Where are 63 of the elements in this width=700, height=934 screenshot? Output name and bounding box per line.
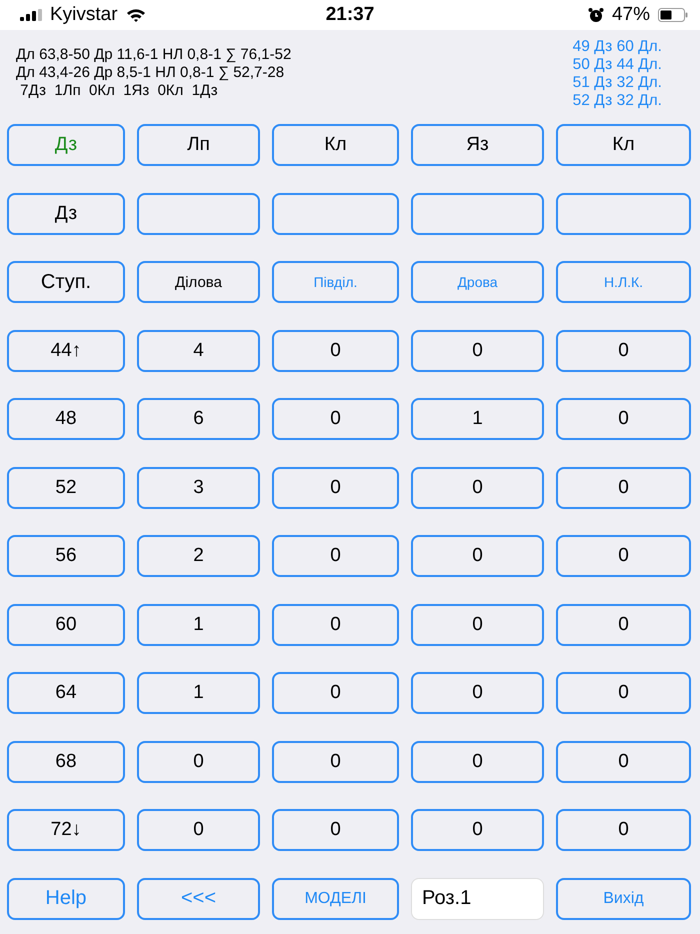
species-button[interactable]: Дз xyxy=(7,192,125,234)
diameter-button[interactable]: 72↓ xyxy=(7,809,125,851)
input-field[interactable]: Роз.1 xyxy=(411,878,544,920)
clock-time: 21:37 xyxy=(326,4,374,26)
count-button[interactable]: 0 xyxy=(411,809,544,851)
count-button[interactable]: 1 xyxy=(137,604,260,646)
count-button[interactable]: 1 xyxy=(137,672,260,714)
count-button[interactable]: 0 xyxy=(556,398,691,440)
count-button[interactable]: 0 xyxy=(556,740,691,782)
diameter-button[interactable]: 52 xyxy=(7,466,125,508)
species-button[interactable]: Кл xyxy=(556,124,691,166)
count-button[interactable]: 0 xyxy=(411,330,544,372)
count-button[interactable]: 4 xyxy=(137,330,260,372)
count-button[interactable]: 0 xyxy=(272,466,399,508)
count-button[interactable]: 0 xyxy=(272,604,399,646)
diameter-button[interactable]: 44↑ xyxy=(7,330,125,372)
species-button[interactable] xyxy=(137,192,260,234)
count-button[interactable]: 0 xyxy=(137,809,260,851)
count-button[interactable]: 0 xyxy=(411,740,544,782)
battery-icon xyxy=(658,8,688,22)
count-button[interactable]: 0 xyxy=(272,330,399,372)
count-button[interactable]: 3 xyxy=(137,466,260,508)
category-button[interactable]: Ступ. xyxy=(7,261,125,303)
species-button[interactable] xyxy=(411,192,544,234)
diameter-button[interactable]: 56 xyxy=(7,535,125,577)
species-button[interactable]: Яз xyxy=(411,124,544,166)
signal-icon xyxy=(20,9,42,21)
summary-line: Дл 43,4-26 Др 8,5-1 НЛ 0,8-1 ∑ 52,7-28 xyxy=(16,64,286,82)
diameter-button[interactable]: 68 xyxy=(7,740,125,782)
count-button[interactable]: 0 xyxy=(556,466,691,508)
battery-percent: 47% xyxy=(612,4,650,26)
diameter-button[interactable]: 48 xyxy=(7,398,125,440)
count-button[interactable]: 0 xyxy=(556,535,691,577)
count-button[interactable]: 1 xyxy=(411,398,544,440)
count-button[interactable]: 0 xyxy=(411,535,544,577)
count-button[interactable]: 6 xyxy=(137,398,260,440)
count-button[interactable]: 2 xyxy=(137,535,260,577)
species-button[interactable]: Дз xyxy=(7,124,125,166)
summary-line: 7Дз 1Лп 0Кл 1Яз 0Кл 1Дз xyxy=(19,82,219,100)
count-button[interactable]: 0 xyxy=(137,740,260,782)
count-button[interactable]: 0 xyxy=(556,604,691,646)
species-button[interactable]: Лп xyxy=(137,124,260,166)
count-button[interactable]: 0 xyxy=(272,672,399,714)
count-button[interactable]: 0 xyxy=(411,604,544,646)
count-button[interactable]: 0 xyxy=(556,672,691,714)
count-button[interactable]: 0 xyxy=(411,672,544,714)
carrier-name: Kyivstar xyxy=(50,4,118,26)
alarm-icon xyxy=(588,7,604,23)
count-button[interactable]: 0 xyxy=(556,809,691,851)
category-button[interactable]: Ділова xyxy=(137,261,260,303)
count-button[interactable]: 0 xyxy=(272,740,399,782)
diameter-button[interactable]: 64 xyxy=(7,672,125,714)
count-button[interactable]: 0 xyxy=(272,535,399,577)
summary-line: Дл 63,8-50 Др 11,6-1 НЛ 0,8-1 ∑ 76,1-52 xyxy=(16,46,292,64)
species-button[interactable] xyxy=(272,192,399,234)
count-button[interactable]: 0 xyxy=(272,398,399,440)
count-button[interactable]: 0 xyxy=(556,330,691,372)
species-button[interactable]: Кл xyxy=(272,124,399,166)
species-button[interactable] xyxy=(556,192,691,234)
count-button[interactable]: 0 xyxy=(411,466,544,508)
wifi-icon xyxy=(126,8,146,22)
count-button[interactable]: 0 xyxy=(272,809,399,851)
diameter-button[interactable]: 60 xyxy=(7,604,125,646)
